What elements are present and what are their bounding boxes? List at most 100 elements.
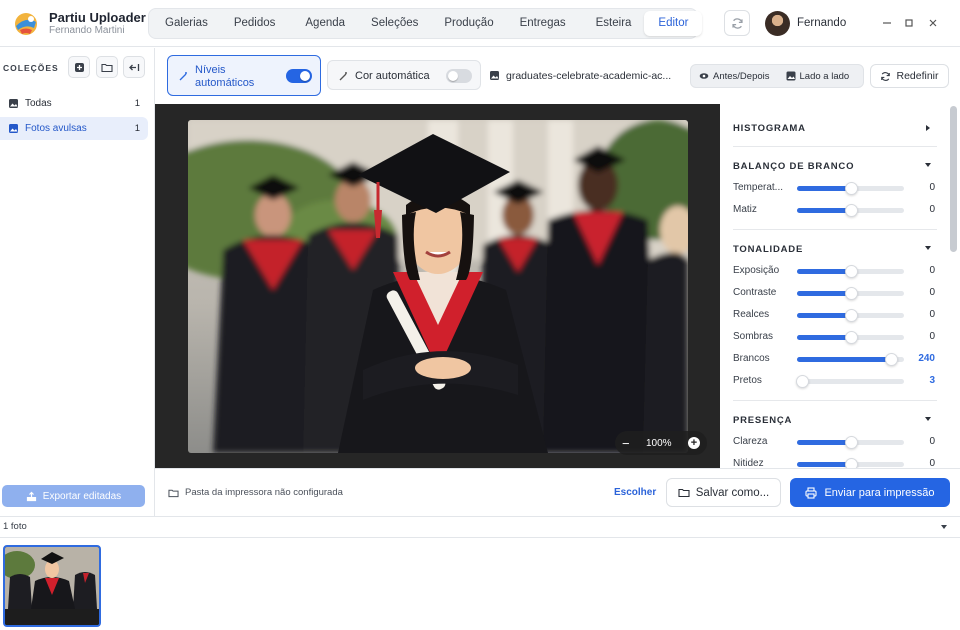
slider-fill — [797, 313, 851, 318]
sync-button[interactable] — [724, 10, 750, 36]
wand-icon — [179, 72, 187, 81]
auto-color-switch[interactable] — [446, 69, 472, 83]
filmstrip-header — [0, 516, 960, 538]
refresh-icon — [731, 17, 743, 29]
tab-producao[interactable]: Produção — [431, 11, 506, 36]
slider-fill — [797, 335, 851, 340]
chevron-right-icon[interactable] — [924, 124, 932, 132]
section-divider — [733, 229, 937, 230]
tab-agenda[interactable]: Agenda — [292, 11, 358, 36]
slider-value: 0 — [929, 287, 935, 298]
refresh-icon — [881, 71, 891, 81]
arrow-left-icon — [129, 63, 140, 71]
avatar[interactable] — [765, 11, 790, 36]
slider-value: 0 — [929, 331, 935, 342]
eye-icon — [699, 73, 709, 79]
auto-color-toggle-card[interactable]: Cor automática — [327, 60, 481, 90]
slider-track[interactable] — [797, 182, 904, 195]
send-to-print-button[interactable]: Enviar para impressão — [790, 478, 950, 507]
tone-title[interactable]: TONALIDADE — [733, 244, 803, 255]
tab-selecoes[interactable]: Seleções — [358, 11, 431, 36]
presence-title[interactable]: PRESENÇA — [733, 415, 792, 426]
save-as-label: Salvar como... — [695, 486, 770, 499]
slider-track[interactable] — [797, 265, 904, 278]
slider-value: 0 — [929, 309, 935, 320]
switch-knob — [448, 71, 458, 81]
slider-track[interactable] — [797, 353, 904, 366]
sidebar-item-label: Fotos avulsas — [25, 123, 87, 134]
slider-track[interactable] — [797, 331, 904, 344]
collapse-sidebar-button[interactable] — [123, 56, 145, 78]
tab-editor[interactable]: Editor — [644, 11, 703, 36]
slider-label: Brancos — [733, 353, 770, 364]
zoom-in-button[interactable]: + — [687, 437, 700, 449]
reset-button[interactable]: Redefinir — [870, 64, 949, 88]
close-button[interactable] — [926, 16, 940, 30]
image-icon — [490, 71, 499, 80]
tab-galerias[interactable]: Galerias — [152, 11, 221, 36]
photo-thumbnail[interactable] — [3, 545, 101, 627]
graduation-photo — [188, 120, 688, 453]
image-icon — [9, 99, 18, 108]
slider-track[interactable] — [797, 458, 904, 471]
adjustments-panel — [720, 104, 960, 468]
add-collection-button[interactable] — [68, 56, 90, 78]
histogram-title[interactable]: HISTOGRAMA — [733, 123, 806, 134]
slider-track[interactable] — [796, 375, 904, 388]
choose-folder-link[interactable]: Escolher — [614, 487, 656, 498]
export-edited-button[interactable]: Exportar editadas — [2, 485, 145, 507]
printer-icon — [805, 486, 818, 499]
slider-value: 0 — [929, 204, 935, 215]
save-as-button[interactable]: Salvar como... — [666, 478, 781, 507]
tab-entregas[interactable]: Entregas — [507, 11, 579, 36]
collections-title: COLEÇÕES — [3, 63, 59, 73]
user-name[interactable]: Fernando — [797, 17, 846, 29]
slider-handle[interactable] — [844, 436, 858, 449]
auto-levels-switch[interactable] — [286, 69, 312, 83]
slider-label: Pretos — [733, 375, 762, 386]
slider-handle[interactable] — [844, 309, 858, 322]
slider-handle[interactable] — [844, 204, 858, 217]
panel-scrollbar[interactable] — [950, 106, 957, 252]
chevron-down-icon[interactable] — [924, 415, 932, 423]
white-balance-title[interactable]: BALANÇO DE BRANCO — [733, 161, 854, 172]
main-nav: Galerias Pedidos Agenda Seleções Produçã… — [148, 8, 703, 39]
sidebar-item-fotos-avulsas[interactable]: Fotos avulsas 1 — [0, 117, 148, 140]
close-icon — [929, 19, 937, 27]
maximize-button[interactable] — [902, 16, 916, 30]
app-logo-icon — [12, 10, 40, 38]
minimize-icon — [883, 22, 891, 24]
auto-color-label: Cor automática — [355, 70, 430, 82]
image-icon — [786, 71, 796, 81]
zoom-level: 100% — [646, 437, 672, 449]
slider-handle[interactable] — [844, 331, 858, 344]
zoom-out-button[interactable]: − — [622, 436, 630, 451]
slider-value: 3 — [929, 375, 935, 386]
slider-track[interactable] — [797, 436, 904, 449]
before-after-button[interactable]: Antes/Depois — [691, 65, 778, 87]
auto-levels-toggle-card[interactable]: Níveis automáticos — [167, 55, 321, 96]
slider-track[interactable] — [797, 287, 904, 300]
chevron-down-icon[interactable] — [940, 523, 948, 531]
slider-track[interactable] — [797, 309, 904, 322]
slider-handle[interactable] — [844, 265, 858, 278]
tab-esteira[interactable]: Esteira — [583, 11, 645, 36]
sidebar-item-count: 1 — [134, 98, 140, 109]
slider-value: 240 — [918, 353, 935, 364]
chevron-down-icon[interactable] — [924, 161, 932, 169]
before-after-label: Antes/Depois — [713, 70, 770, 82]
chevron-down-icon[interactable] — [924, 244, 932, 252]
slider-value: 0 — [929, 436, 935, 447]
tab-pedidos[interactable]: Pedidos — [221, 11, 289, 36]
new-folder-button[interactable] — [96, 56, 118, 78]
minimize-button[interactable] — [880, 16, 894, 30]
side-by-side-label: Lado a lado — [799, 70, 850, 82]
slider-fill — [797, 291, 851, 296]
slider-handle[interactable] — [844, 182, 858, 195]
thumbnail-image — [5, 547, 99, 625]
side-by-side-button[interactable]: Lado a lado — [778, 65, 858, 87]
auto-levels-label: Níveis automáticos — [195, 64, 255, 89]
slider-track[interactable] — [797, 204, 904, 217]
slider-handle[interactable] — [844, 287, 858, 300]
sidebar-item-todas[interactable]: Todas 1 — [0, 92, 148, 115]
